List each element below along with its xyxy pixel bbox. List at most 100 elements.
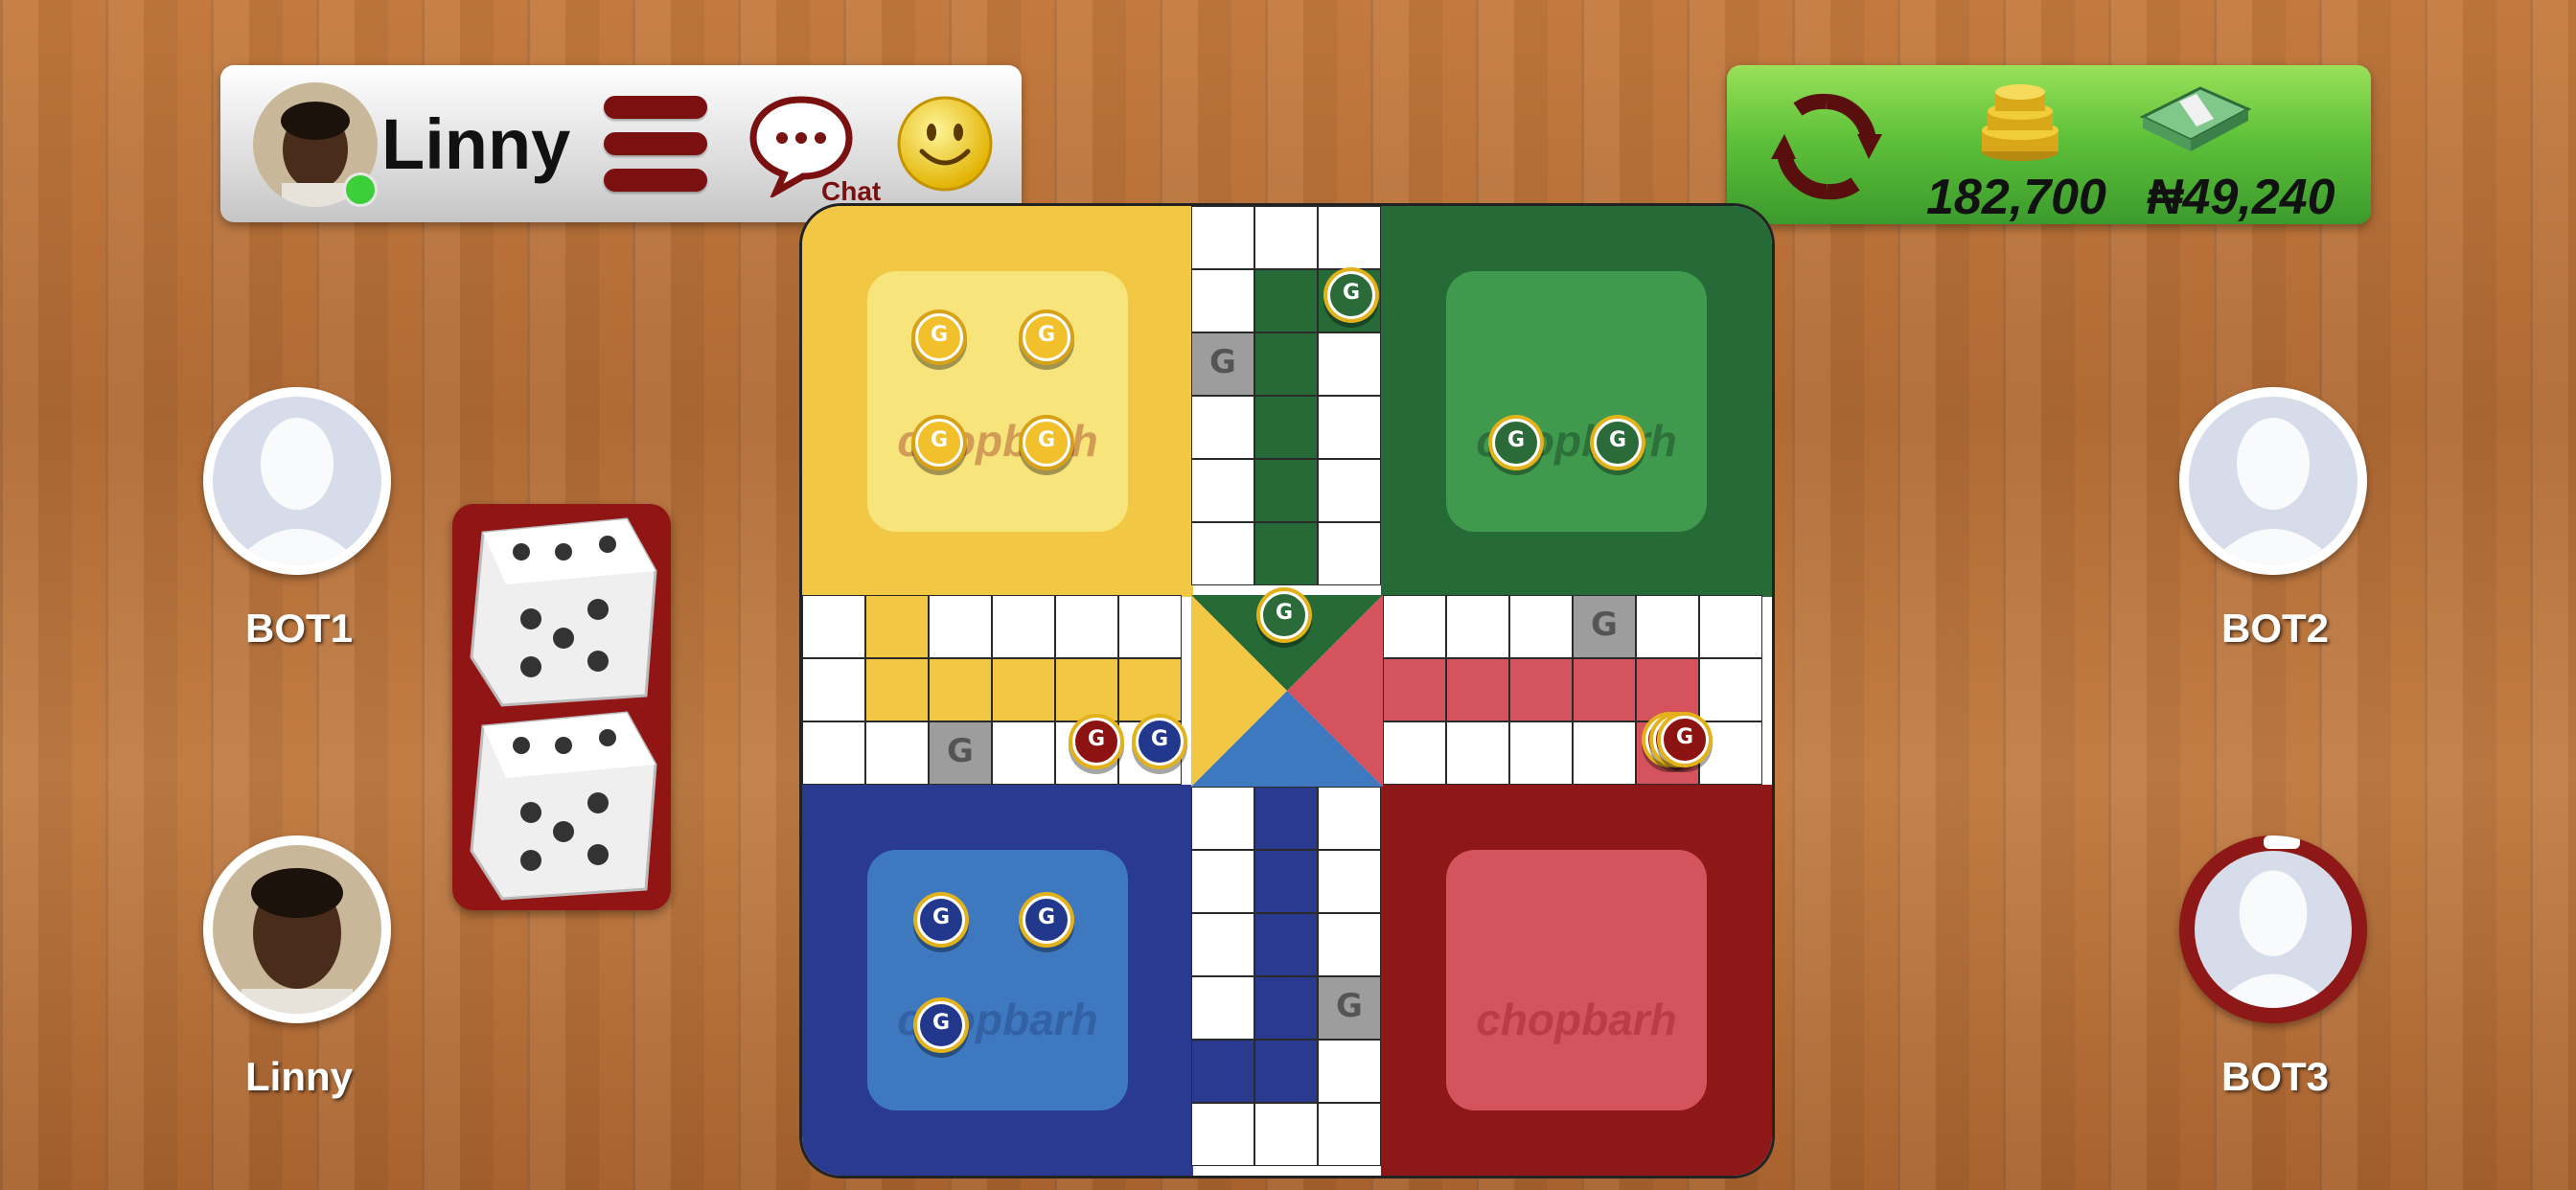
board-cell bbox=[1318, 522, 1381, 585]
turn-timer-indicator bbox=[2264, 835, 2300, 849]
emoji-icon bbox=[897, 96, 993, 192]
board-cell bbox=[1446, 721, 1509, 785]
board-cell bbox=[865, 595, 929, 658]
refresh-button[interactable] bbox=[1769, 84, 1884, 209]
bot3-name: BOT3 bbox=[2220, 1054, 2329, 1099]
board-cell bbox=[802, 658, 865, 721]
board-cell bbox=[1254, 787, 1318, 850]
board-cell bbox=[1055, 595, 1118, 658]
green-token[interactable] bbox=[1590, 415, 1645, 470]
blue-token[interactable] bbox=[913, 892, 969, 948]
menu-icon-bar bbox=[604, 169, 707, 192]
green-yard-inner: chopbarh bbox=[1446, 271, 1707, 532]
green-token[interactable] bbox=[1256, 587, 1312, 643]
board-cell bbox=[1318, 1103, 1381, 1166]
bot2-avatar[interactable] bbox=[2179, 387, 2367, 575]
board-cell bbox=[1254, 1103, 1318, 1166]
board-cell bbox=[1318, 1040, 1381, 1103]
ludo-board: chopbarh chopbarh chopbarh chopbarh bbox=[799, 203, 1775, 1179]
board-cell bbox=[992, 595, 1055, 658]
dice-icon bbox=[470, 517, 657, 901]
green-yard: chopbarh bbox=[1381, 206, 1772, 597]
board-cell bbox=[1573, 658, 1636, 721]
cash-balance: ₦49,240 bbox=[2147, 170, 2335, 225]
board-cell bbox=[1191, 206, 1254, 269]
bot1-name: BOT1 bbox=[244, 606, 353, 651]
board-cell bbox=[1191, 850, 1254, 913]
board-cell bbox=[865, 721, 929, 785]
board-cell bbox=[1191, 522, 1254, 585]
yellow-token[interactable] bbox=[1019, 415, 1074, 470]
board-cell bbox=[1509, 721, 1573, 785]
board-cell bbox=[1383, 721, 1446, 785]
board-cell bbox=[1699, 658, 1762, 721]
board-cell bbox=[1446, 658, 1509, 721]
green-token[interactable] bbox=[1323, 267, 1379, 323]
board-cell bbox=[1254, 269, 1318, 332]
menu-button[interactable] bbox=[604, 96, 707, 195]
board-cell bbox=[1318, 459, 1381, 522]
board-cell bbox=[1191, 1040, 1254, 1103]
yellow-token[interactable] bbox=[911, 309, 967, 365]
board-cell bbox=[1254, 850, 1318, 913]
board-cell bbox=[1191, 1103, 1254, 1166]
yellow-yard-brand: chopbarh bbox=[897, 416, 1098, 466]
board-cell bbox=[1636, 595, 1699, 658]
board-cell bbox=[1573, 595, 1636, 658]
board-cell bbox=[1254, 396, 1318, 459]
red-token[interactable] bbox=[1069, 714, 1124, 769]
green-yard-brand: chopbarh bbox=[1476, 416, 1677, 466]
board-cell bbox=[992, 658, 1055, 721]
board-cell bbox=[992, 721, 1055, 785]
dice-panel[interactable] bbox=[452, 504, 671, 910]
board-cell bbox=[1191, 459, 1254, 522]
board-cell bbox=[865, 658, 929, 721]
board-cell bbox=[1318, 976, 1381, 1040]
blue-token[interactable] bbox=[1019, 892, 1074, 948]
yellow-token[interactable] bbox=[911, 415, 967, 470]
refresh-icon bbox=[1771, 93, 1882, 200]
board-cell bbox=[1318, 206, 1381, 269]
board-cell bbox=[1191, 976, 1254, 1040]
yellow-yard-inner: chopbarh bbox=[867, 271, 1128, 532]
linny-avatar[interactable] bbox=[203, 835, 391, 1023]
emoji-button[interactable] bbox=[895, 94, 995, 194]
board-cell bbox=[929, 658, 992, 721]
board-cell bbox=[1254, 206, 1318, 269]
board-cell bbox=[1254, 1040, 1318, 1103]
board-cell bbox=[1118, 595, 1182, 658]
bot2-name: BOT2 bbox=[2220, 606, 2329, 651]
board-cell bbox=[1318, 913, 1381, 976]
blue-token[interactable] bbox=[913, 997, 969, 1053]
board-cell bbox=[1254, 522, 1318, 585]
blue-token[interactable] bbox=[1132, 714, 1187, 769]
bot1-avatar[interactable] bbox=[203, 387, 391, 575]
board-cell bbox=[802, 721, 865, 785]
menu-icon-bar bbox=[604, 96, 707, 119]
board-cell bbox=[1383, 595, 1446, 658]
red-yard: chopbarh bbox=[1381, 785, 1772, 1176]
board-cell bbox=[1254, 976, 1318, 1040]
board-cell bbox=[1383, 658, 1446, 721]
bot3-avatar[interactable] bbox=[2179, 835, 2367, 1023]
board-cell bbox=[1573, 721, 1636, 785]
coins-icon bbox=[1974, 77, 2066, 163]
board-cell bbox=[1254, 332, 1318, 396]
board-cell bbox=[1318, 850, 1381, 913]
cash-icon bbox=[2133, 79, 2256, 155]
board-cell bbox=[1699, 595, 1762, 658]
header-username: Linny bbox=[381, 104, 571, 184]
board-cell bbox=[1191, 913, 1254, 976]
red-token[interactable] bbox=[1657, 712, 1713, 767]
board-cell bbox=[1254, 459, 1318, 522]
board-cell bbox=[1318, 332, 1381, 396]
green-token[interactable] bbox=[1488, 415, 1544, 470]
board-cell bbox=[802, 595, 865, 658]
yellow-yard: chopbarh bbox=[802, 206, 1193, 597]
blue-yard: chopbarh bbox=[802, 785, 1193, 1176]
red-yard-inner: chopbarh bbox=[1446, 850, 1707, 1110]
board-cell bbox=[1446, 595, 1509, 658]
yellow-token[interactable] bbox=[1019, 309, 1074, 365]
board-cell bbox=[1191, 396, 1254, 459]
board-cell bbox=[1254, 913, 1318, 976]
